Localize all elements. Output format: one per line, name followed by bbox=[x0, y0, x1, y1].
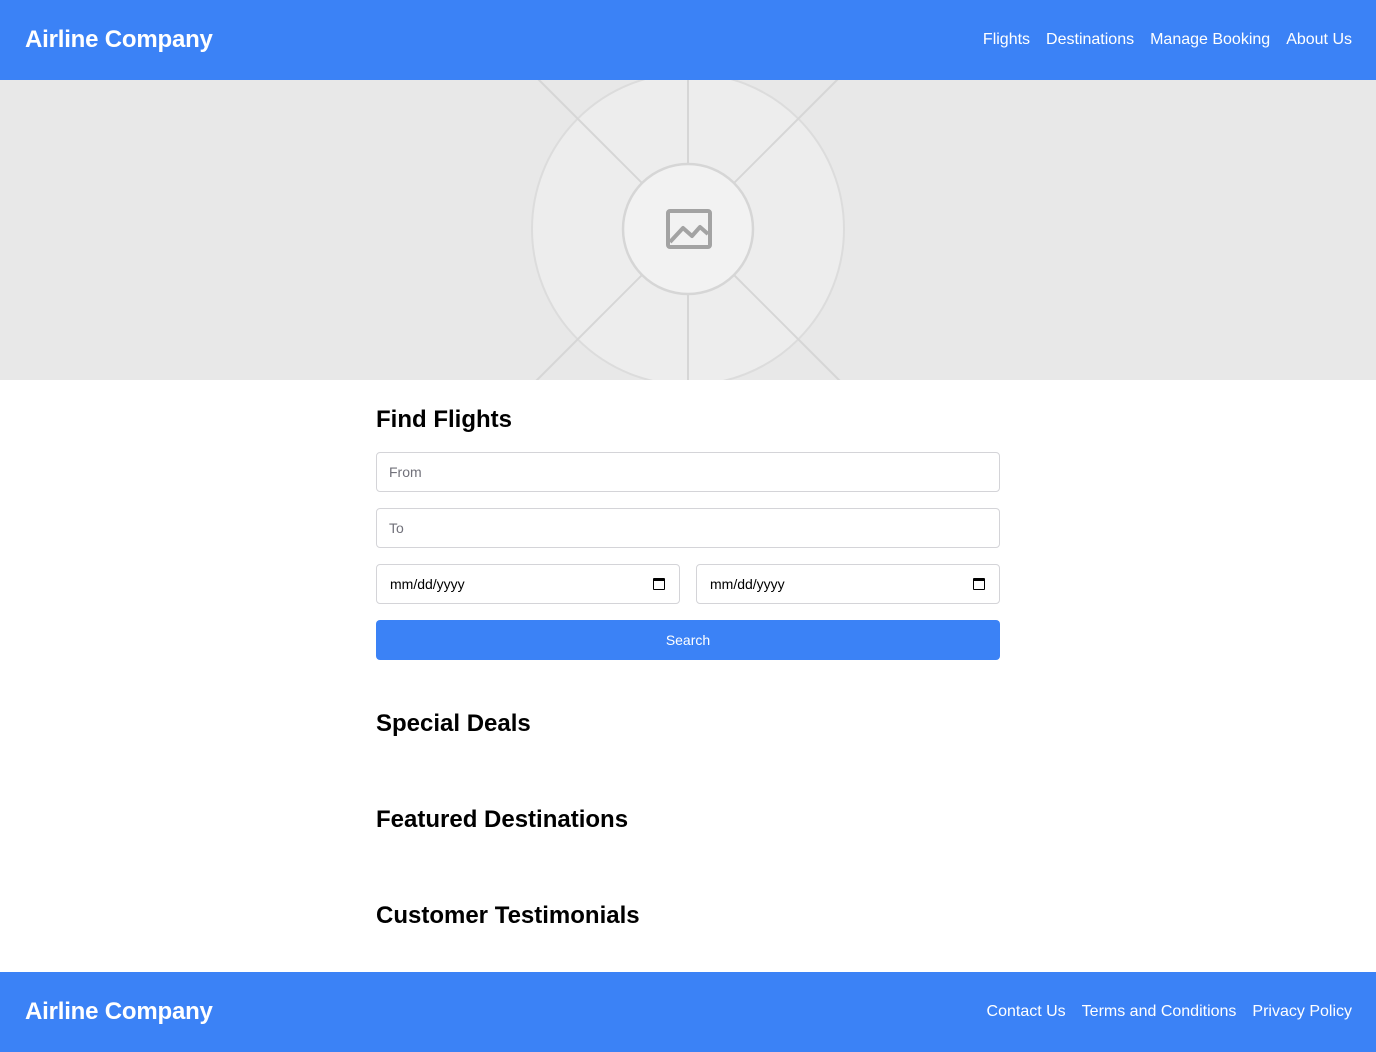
calendar-icon[interactable] bbox=[973, 578, 985, 590]
nav-link-about-us[interactable]: About Us bbox=[1286, 31, 1352, 49]
top-navigation-bar: Airline Company Flights Destinations Man… bbox=[0, 0, 1376, 80]
footer-bar: Airline Company Contact Us Terms and Con… bbox=[0, 972, 1376, 1052]
departure-date-placeholder: mm/dd/yyyy bbox=[390, 576, 465, 592]
nav-link-manage-booking[interactable]: Manage Booking bbox=[1150, 31, 1270, 49]
nav-link-destinations[interactable]: Destinations bbox=[1046, 31, 1134, 49]
footer-brand-text: Airline Company bbox=[25, 998, 213, 1025]
footer-nav: Contact Us Terms and Conditions Privacy … bbox=[987, 1003, 1352, 1021]
footer-link-privacy[interactable]: Privacy Policy bbox=[1252, 1003, 1352, 1021]
hero-image-placeholder bbox=[0, 80, 1376, 380]
calendar-icon[interactable] bbox=[653, 578, 665, 590]
special-deals-heading: Special Deals bbox=[376, 710, 531, 737]
find-flights-heading: Find Flights bbox=[376, 406, 512, 433]
nav-link-flights[interactable]: Flights bbox=[983, 31, 1030, 49]
customer-testimonials-heading: Customer Testimonials bbox=[376, 902, 640, 929]
featured-destinations-heading: Featured Destinations bbox=[376, 806, 629, 833]
footer-link-contact-us[interactable]: Contact Us bbox=[987, 1003, 1066, 1021]
footer-link-terms[interactable]: Terms and Conditions bbox=[1082, 1003, 1237, 1021]
hero-placeholder-graphic bbox=[470, 80, 906, 380]
to-input[interactable] bbox=[376, 508, 1000, 548]
search-button[interactable]: Search bbox=[376, 620, 1000, 660]
departure-date-input[interactable]: mm/dd/yyyy bbox=[376, 564, 680, 604]
return-date-input[interactable]: mm/dd/yyyy bbox=[696, 564, 1000, 604]
brand-logo-text[interactable]: Airline Company bbox=[25, 26, 213, 54]
main-nav: Flights Destinations Manage Booking Abou… bbox=[983, 31, 1352, 49]
return-date-placeholder: mm/dd/yyyy bbox=[710, 576, 785, 592]
from-input[interactable] bbox=[376, 452, 1000, 492]
